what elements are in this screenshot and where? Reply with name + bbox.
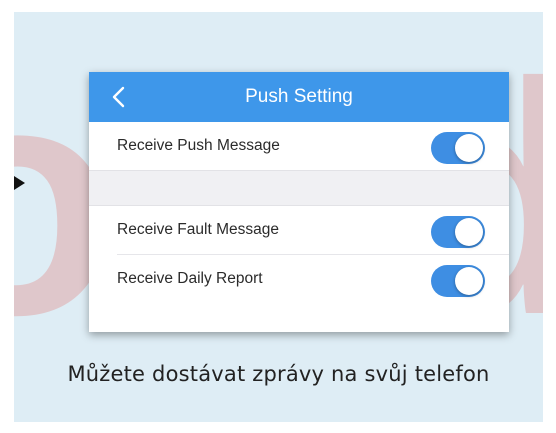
header-bar: Push Setting <box>89 72 509 122</box>
section-divider <box>89 170 509 206</box>
pointer-arrow-icon <box>14 176 25 190</box>
toggle-knob <box>455 267 483 295</box>
daily-report-toggle[interactable] <box>431 265 485 297</box>
setting-row-daily-report: Receive Daily Report <box>89 255 509 303</box>
setting-row-push-message: Receive Push Message <box>89 122 509 170</box>
fault-message-toggle[interactable] <box>431 216 485 248</box>
push-message-toggle[interactable] <box>431 132 485 164</box>
toggle-knob <box>455 134 483 162</box>
toggle-knob <box>455 218 483 246</box>
setting-label: Receive Push Message <box>117 137 280 154</box>
setting-label: Receive Fault Message <box>117 221 279 238</box>
setting-label: Receive Daily Report <box>117 270 263 287</box>
caption-text: Můžete dostávat zprávy na svůj telefon <box>67 362 490 386</box>
page-title: Push Setting <box>245 86 353 107</box>
push-setting-screen: Push Setting Receive Push Message Receiv… <box>89 72 509 332</box>
slide-background: o d Push Setting Receive Push Message Re… <box>14 12 543 422</box>
setting-row-fault-message: Receive Fault Message <box>89 206 509 254</box>
